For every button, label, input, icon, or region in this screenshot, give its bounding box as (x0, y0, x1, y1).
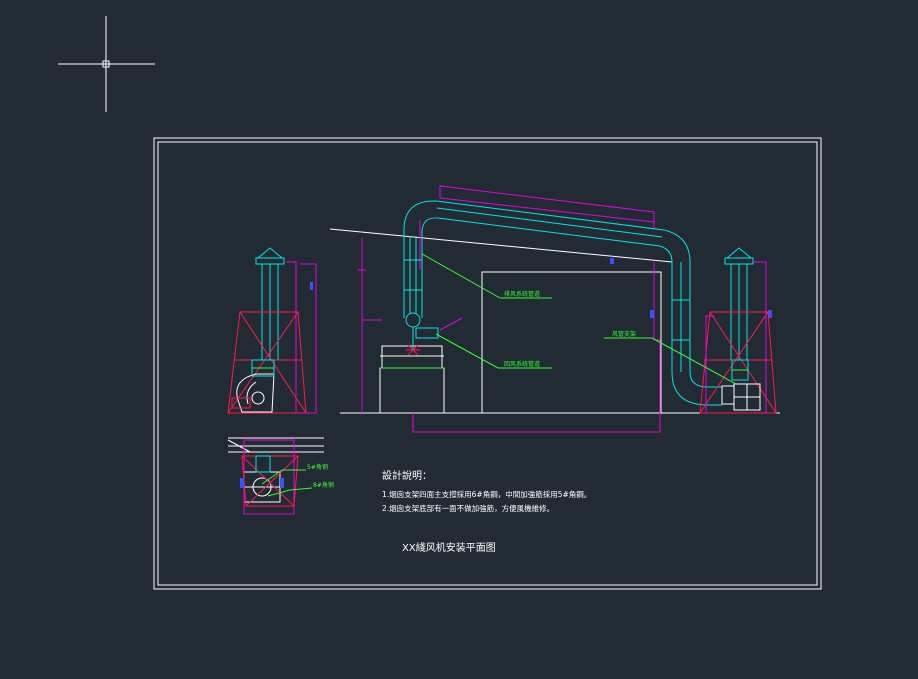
exhaust-duct-label: 排风系统管道 (504, 290, 540, 298)
drawing-canvas[interactable]: 排风系统管道 回风系统管道 风管支架 5#角钢 8#角钢 設計說明： 1.烟囱支… (0, 0, 918, 679)
drawing-title: XX綫风机安装平面图 (402, 541, 496, 554)
design-notes: 設計說明： 1.烟囱支架四面主支撐採用6#角鋼，中間加強筋採用5#角鋼。 2.烟… (382, 469, 591, 513)
duct-run (403, 200, 722, 406)
return-duct-label: 回风系统管道 (504, 360, 540, 368)
duct-support-frame (412, 185, 661, 433)
main-elevation (310, 185, 780, 433)
notes-line-2: 2.烟囱支架底部有一面不做加強筋，方便風機維修。 (382, 503, 554, 513)
leader-lines (261, 253, 737, 497)
crosshair-cursor-icon (58, 16, 155, 112)
left-stack-assembly (227, 247, 317, 414)
roof-line (329, 228, 673, 263)
plan-detail (227, 437, 324, 515)
angle-steel-b-label: 8#角钢 (313, 481, 334, 489)
right-stack-assembly (699, 247, 777, 414)
duct-support-label: 风管支架 (612, 330, 636, 338)
angle-steel-a-label: 5#角钢 (307, 463, 328, 471)
notes-line-1: 1.烟囱支架四面主支撐採用6#角鋼，中間加強筋採用5#角鋼。 (382, 489, 591, 499)
cad-viewport[interactable]: 排风系统管道 回风系统管道 风管支架 5#角钢 8#角钢 設計說明： 1.烟囱支… (0, 0, 918, 679)
drawing-frame (153, 137, 822, 590)
process-unit (379, 367, 445, 414)
notes-heading: 設計說明： (382, 469, 432, 482)
